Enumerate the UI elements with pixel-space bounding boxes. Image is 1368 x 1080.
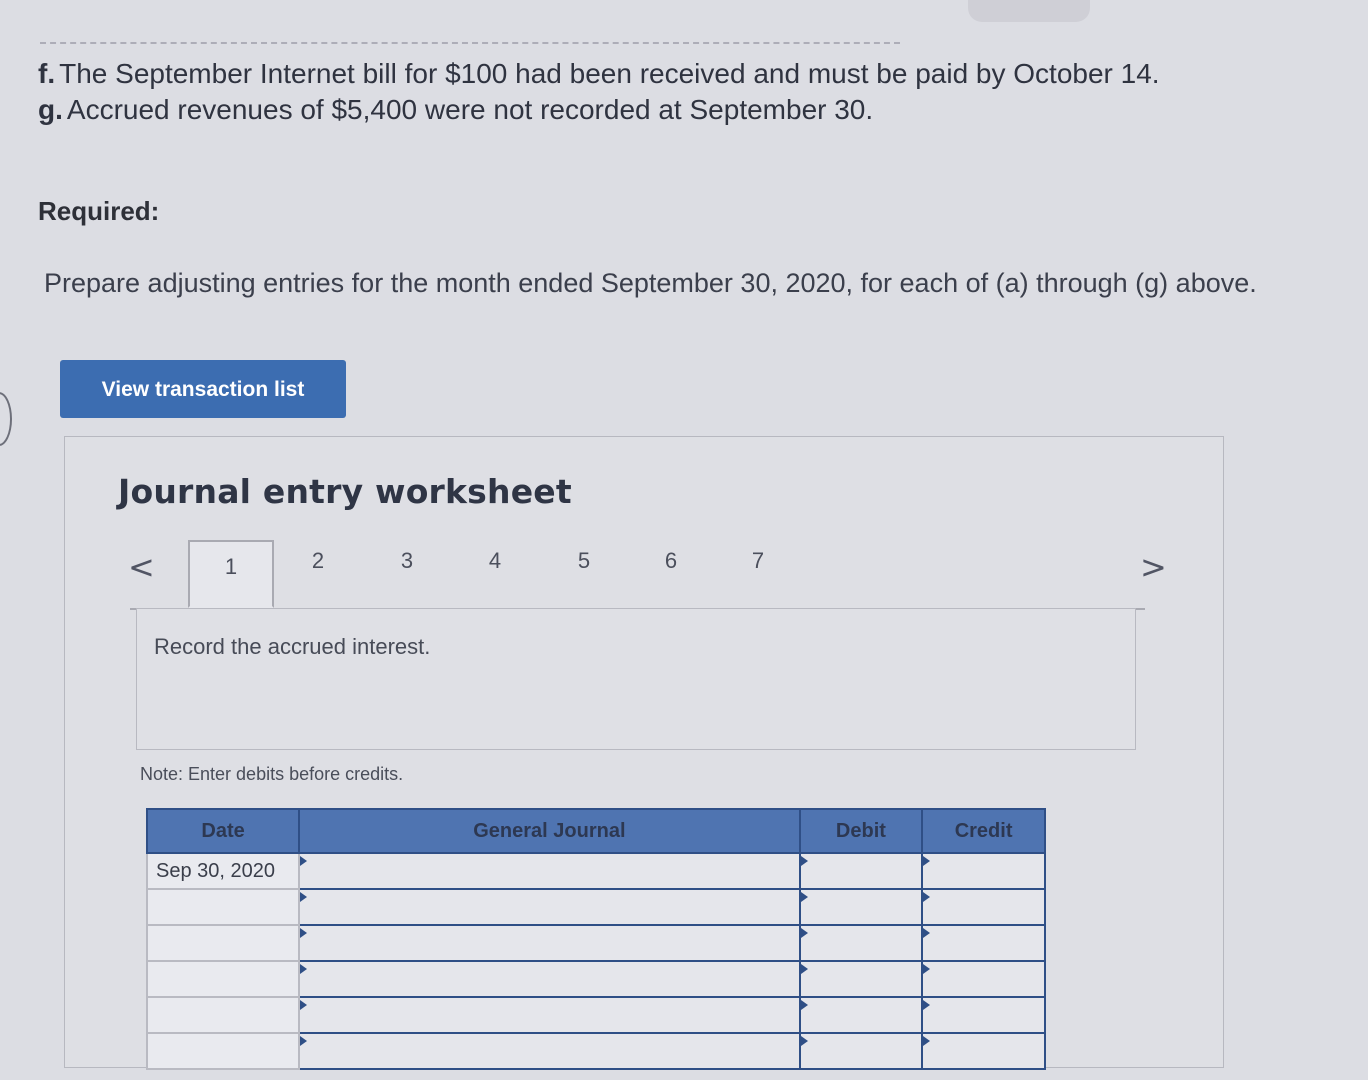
table-row — [145, 924, 1046, 962]
date-cell — [145, 1032, 301, 1070]
problem-item-g: g. Accrued revenues of $5,400 were not re… — [38, 94, 873, 126]
date-cell: Sep 30, 2020 — [145, 852, 301, 890]
account-select[interactable] — [298, 960, 801, 998]
debit-input[interactable] — [798, 888, 924, 926]
chevron-right-icon[interactable]: > — [1140, 548, 1167, 586]
credit-input[interactable] — [921, 852, 1046, 890]
account-select[interactable] — [298, 852, 801, 890]
header-date: Date — [145, 808, 301, 854]
item-g-text: Accrued revenues of $5,400 were not reco… — [66, 94, 874, 125]
account-select[interactable] — [298, 924, 801, 962]
side-scroll-handle[interactable] — [0, 392, 12, 446]
credit-input[interactable] — [921, 888, 1046, 926]
tab-7[interactable]: 7 — [728, 548, 788, 574]
tab-1[interactable]: 1 — [188, 540, 274, 608]
top-status-pill — [968, 0, 1090, 22]
tab-3[interactable]: 3 — [377, 548, 437, 574]
account-select[interactable] — [298, 1032, 801, 1070]
worksheet-title: Journal entry worksheet — [118, 472, 572, 511]
item-f-text: The September Internet bill for $100 had… — [59, 58, 1160, 89]
debit-input[interactable] — [798, 1032, 924, 1070]
journal-header-row: Date General Journal Debit Credit — [145, 808, 1046, 854]
date-cell — [145, 960, 301, 998]
required-label: Required: — [38, 196, 160, 226]
credit-input[interactable] — [921, 924, 1046, 962]
tab-2[interactable]: 2 — [288, 548, 348, 574]
header-debit: Debit — [798, 808, 924, 854]
tab-6[interactable]: 6 — [641, 548, 701, 574]
header-credit: Credit — [921, 808, 1046, 854]
table-row — [145, 960, 1046, 998]
date-cell — [145, 924, 301, 962]
credit-input[interactable] — [921, 996, 1046, 1034]
prompt-text: Record the accrued interest. — [154, 634, 431, 659]
note-text: Note: Enter debits before credits. — [140, 764, 404, 784]
view-transaction-list-button[interactable]: View transaction list — [60, 360, 346, 418]
chevron-left-icon[interactable]: < — [128, 548, 155, 586]
debit-input[interactable] — [798, 852, 924, 890]
journal-table: Date General Journal Debit Credit Sep 30… — [145, 808, 1046, 1070]
item-g-letter: g. — [38, 94, 63, 125]
tab-4[interactable]: 4 — [465, 548, 525, 574]
prompt-box — [136, 608, 1136, 750]
table-row — [145, 996, 1046, 1034]
item-f-letter: f. — [38, 58, 56, 89]
table-row — [145, 888, 1046, 926]
account-select[interactable] — [298, 996, 801, 1034]
tab-bar — [130, 540, 1145, 610]
credit-input[interactable] — [921, 1032, 1046, 1070]
debit-input[interactable] — [798, 996, 924, 1034]
table-row: Sep 30, 2020 — [145, 852, 1046, 890]
header-general-journal: General Journal — [298, 808, 801, 854]
credit-input[interactable] — [921, 960, 1046, 998]
cropped-previous-line — [40, 42, 900, 44]
instruction-text: Prepare adjusting entries for the month … — [44, 268, 1257, 298]
account-select[interactable] — [298, 888, 801, 926]
debit-input[interactable] — [798, 960, 924, 998]
date-cell — [145, 888, 301, 926]
debit-input[interactable] — [798, 924, 924, 962]
tab-5[interactable]: 5 — [554, 548, 614, 574]
table-row — [145, 1032, 1046, 1070]
problem-item-f: f. The September Internet bill for $100 h… — [38, 58, 1160, 90]
date-cell — [145, 996, 301, 1034]
